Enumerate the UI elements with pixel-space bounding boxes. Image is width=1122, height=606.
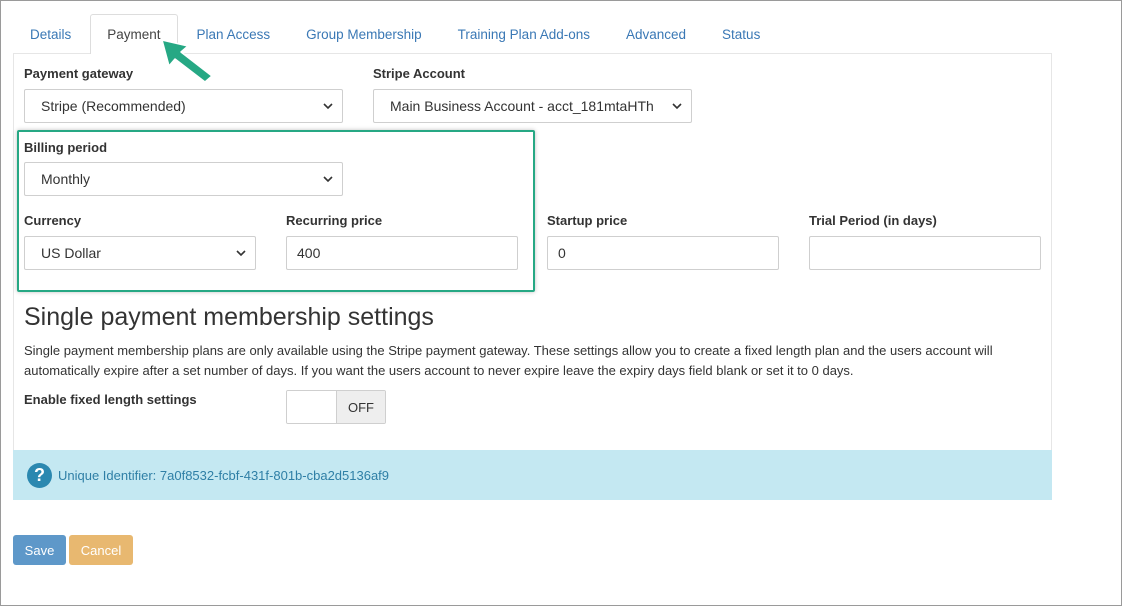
- tab-group-membership[interactable]: Group Membership: [289, 14, 439, 54]
- billing-period-value: Monthly: [41, 171, 91, 187]
- stripe-account-label: Stripe Account: [373, 66, 465, 81]
- currency-value: US Dollar: [41, 245, 101, 261]
- section-title: Single payment membership settings: [24, 303, 434, 331]
- stripe-account-select[interactable]: Main Business Account - acct_181mtaHTh: [373, 89, 692, 123]
- tab-advanced[interactable]: Advanced: [609, 14, 703, 54]
- unique-identifier-text: Unique Identifier: 7a0f8532-fcbf-431f-80…: [58, 467, 390, 483]
- payment-gateway-label: Payment gateway: [24, 66, 134, 81]
- recurring-price-input[interactable]: 400: [286, 236, 518, 270]
- toggle-knob: [287, 391, 337, 423]
- unique-identifier-bar: ? Unique Identifier: 7a0f8532-fcbf-431f-…: [13, 450, 1052, 500]
- tab-bar: Details Payment Plan Access Group Member…: [13, 14, 779, 54]
- section-description: Single payment membership plans are only…: [24, 343, 993, 378]
- tab-plan-access[interactable]: Plan Access: [180, 14, 288, 54]
- trial-period-label: Trial Period (in days): [809, 213, 937, 228]
- payment-gateway-value: Stripe (Recommended): [41, 98, 186, 114]
- cancel-button[interactable]: Cancel: [69, 535, 133, 565]
- save-button[interactable]: Save: [13, 535, 66, 565]
- chevron-down-icon: [323, 176, 333, 183]
- tab-training-plan-add-ons[interactable]: Training Plan Add-ons: [441, 14, 607, 54]
- payment-gateway-select[interactable]: Stripe (Recommended): [24, 89, 343, 123]
- fixed-length-toggle[interactable]: OFF: [286, 390, 386, 424]
- toggle-state: OFF: [337, 391, 385, 423]
- question-circle-icon: ?: [27, 462, 52, 488]
- billing-period-label: Billing period: [24, 140, 108, 155]
- stripe-account-value: Main Business Account - acct_181mtaHTh: [390, 98, 654, 114]
- trial-period-input[interactable]: [809, 236, 1041, 270]
- chevron-down-icon: [236, 250, 246, 257]
- chevron-down-icon: [323, 103, 333, 110]
- billing-period-select[interactable]: Monthly: [24, 162, 343, 196]
- currency-label: Currency: [24, 213, 82, 228]
- tab-details[interactable]: Details: [13, 14, 88, 54]
- tab-payment[interactable]: Payment: [90, 14, 178, 54]
- startup-price-label: Startup price: [547, 213, 628, 228]
- fixed-length-label: Enable fixed length settings: [24, 392, 197, 407]
- tab-status[interactable]: Status: [705, 14, 777, 54]
- recurring-price-label: Recurring price: [286, 213, 383, 228]
- currency-select[interactable]: US Dollar: [24, 236, 256, 270]
- startup-price-input[interactable]: 0: [547, 236, 779, 270]
- chevron-down-icon: [672, 103, 682, 110]
